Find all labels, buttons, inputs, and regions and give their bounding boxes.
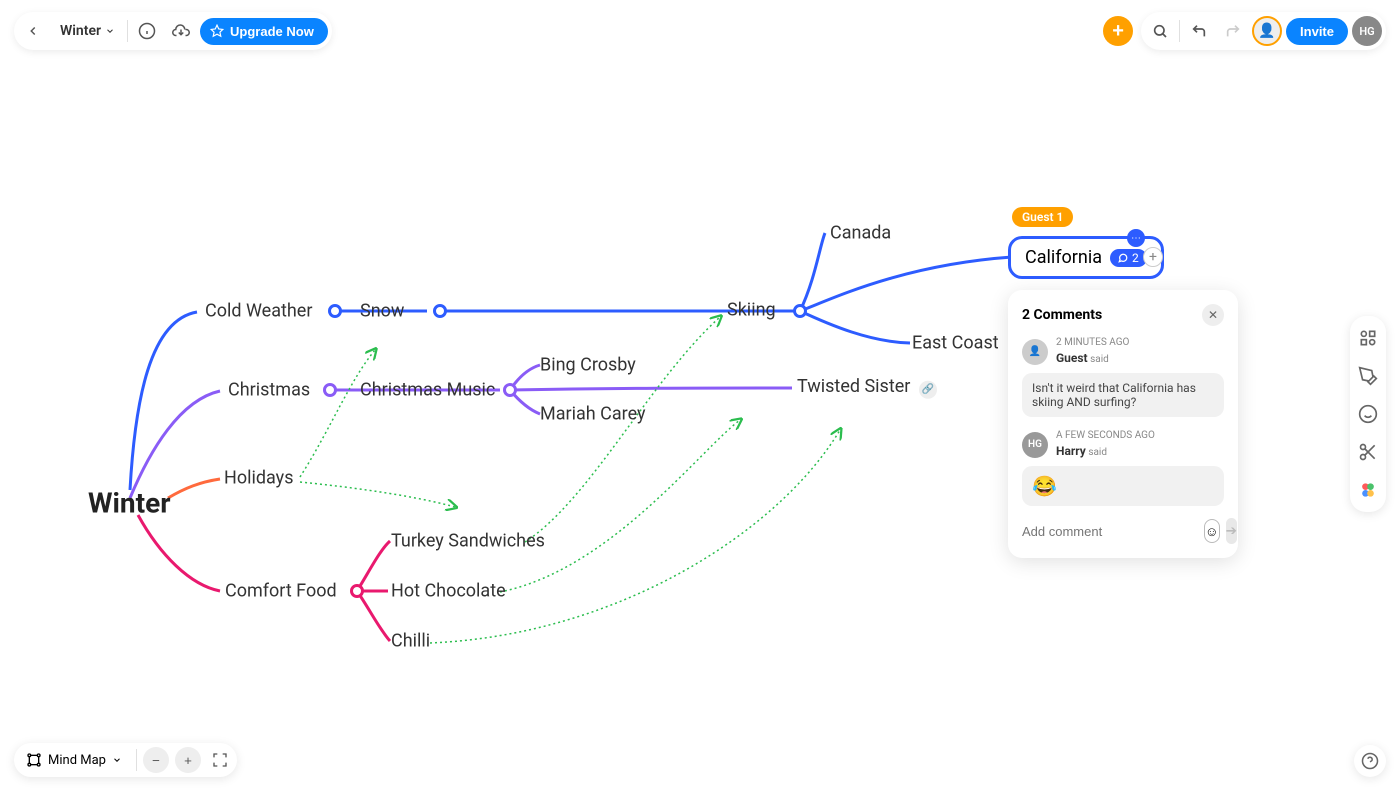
help-button[interactable] bbox=[1354, 745, 1386, 777]
emoji-tool[interactable] bbox=[1354, 400, 1382, 428]
comment-body: 😂 bbox=[1022, 466, 1224, 506]
brush-tool[interactable] bbox=[1354, 362, 1382, 390]
node-mariah-carey[interactable]: Mariah Carey bbox=[540, 404, 646, 425]
california-label: California bbox=[1025, 247, 1102, 268]
comment-author: Guest bbox=[1056, 351, 1088, 365]
comment-time: 2 MINUTES AGO bbox=[1056, 336, 1129, 350]
mindmap-canvas[interactable]: Winter Cold Weather Snow Skiing Canada E… bbox=[0, 0, 1400, 791]
divider bbox=[1179, 20, 1180, 42]
link-icon[interactable]: 🔗 bbox=[919, 380, 937, 398]
node-snow[interactable]: Snow bbox=[360, 301, 404, 322]
node-cold-weather[interactable]: Cold Weather bbox=[205, 301, 312, 322]
user-badge[interactable]: HG bbox=[1352, 16, 1382, 46]
node-holidays[interactable]: Holidays bbox=[224, 468, 293, 489]
comment-said: said bbox=[1090, 354, 1109, 365]
zoom-in-button[interactable]: + bbox=[175, 747, 201, 773]
comment-input-field[interactable] bbox=[1022, 524, 1198, 539]
file-name-label: Winter bbox=[60, 23, 101, 39]
node-add-child-button[interactable]: + bbox=[1143, 247, 1163, 267]
zoom-out-button[interactable]: − bbox=[143, 747, 169, 773]
comments-title: 2 Comments bbox=[1022, 307, 1102, 323]
send-comment-button[interactable]: ➔ bbox=[1226, 518, 1237, 544]
upgrade-label: Upgrade Now bbox=[230, 24, 314, 39]
node-hot-chocolate[interactable]: Hot Chocolate bbox=[391, 581, 506, 602]
connector-snow[interactable] bbox=[433, 304, 447, 318]
comment-author: Harry bbox=[1056, 444, 1086, 458]
file-name-dropdown[interactable]: Winter bbox=[52, 23, 123, 39]
node-skiing[interactable]: Skiing bbox=[727, 300, 776, 321]
comment-item: 👤 2 MINUTES AGO Guest said Isn't it weir… bbox=[1022, 336, 1224, 417]
connector-christmas-music[interactable] bbox=[503, 383, 517, 397]
node-bing-crosby[interactable]: Bing Crosby bbox=[540, 355, 636, 376]
close-comments-button[interactable]: ✕ bbox=[1202, 304, 1224, 326]
node-east-coast[interactable]: East Coast bbox=[912, 333, 999, 354]
right-pill: 👤 Invite HG bbox=[1141, 12, 1386, 50]
node-menu-button[interactable]: ⋯ bbox=[1127, 229, 1145, 247]
fit-view-button[interactable] bbox=[207, 747, 233, 773]
divider bbox=[136, 749, 137, 771]
file-pill: Winter Upgrade Now bbox=[14, 12, 332, 50]
view-mode-dropdown[interactable]: Mind Map bbox=[18, 752, 130, 768]
emoji-picker-button[interactable]: ☺ bbox=[1204, 519, 1220, 543]
bottom-toolbar: Mind Map − + bbox=[14, 743, 237, 777]
node-turkey-sandwiches[interactable]: Turkey Sandwiches bbox=[391, 531, 545, 552]
connector-cold-weather[interactable] bbox=[328, 304, 342, 318]
topbar: Winter Upgrade Now + 👤 Invite HG bbox=[14, 12, 1386, 50]
right-toolbar bbox=[1350, 316, 1386, 512]
back-button[interactable] bbox=[18, 16, 48, 46]
search-button[interactable] bbox=[1145, 16, 1175, 46]
node-comfort-food[interactable]: Comfort Food bbox=[225, 581, 337, 602]
info-button[interactable] bbox=[132, 16, 162, 46]
connector-skiing[interactable] bbox=[793, 304, 807, 318]
node-root[interactable]: Winter bbox=[88, 487, 170, 520]
comment-count-badge[interactable]: 2 bbox=[1110, 249, 1147, 267]
twisted-sister-label: Twisted Sister bbox=[797, 376, 910, 397]
color-tool[interactable] bbox=[1354, 476, 1382, 504]
comment-time: A FEW SECONDS AGO bbox=[1056, 429, 1155, 443]
node-christmas-music[interactable]: Christmas Music bbox=[360, 380, 495, 401]
invite-button[interactable]: Invite bbox=[1286, 18, 1348, 45]
comments-popover: 2 Comments ✕ 👤 2 MINUTES AGO Guest said … bbox=[1008, 290, 1238, 558]
node-canada[interactable]: Canada bbox=[830, 223, 891, 244]
cloud-download-button[interactable] bbox=[166, 16, 196, 46]
node-christmas[interactable]: Christmas bbox=[228, 380, 310, 401]
comment-count-number: 2 bbox=[1132, 251, 1139, 265]
shapes-tool[interactable] bbox=[1354, 324, 1382, 352]
redo-button[interactable] bbox=[1218, 16, 1248, 46]
divider bbox=[127, 20, 128, 42]
comment-avatar: HG bbox=[1022, 432, 1048, 458]
comment-said: said bbox=[1088, 447, 1107, 458]
comment-body: Isn't it weird that California has skiin… bbox=[1022, 373, 1224, 417]
node-chilli[interactable]: Chilli bbox=[391, 631, 430, 652]
guest-presence-tag: Guest 1 bbox=[1012, 207, 1073, 227]
comment-item: HG A FEW SECONDS AGO Harry said 😂 bbox=[1022, 429, 1224, 506]
connector-comfort-food[interactable] bbox=[350, 584, 364, 598]
connector-christmas[interactable] bbox=[323, 383, 337, 397]
upgrade-button[interactable]: Upgrade Now bbox=[200, 18, 328, 45]
presence-avatar[interactable]: 👤 bbox=[1252, 16, 1282, 46]
view-mode-label: Mind Map bbox=[48, 753, 106, 768]
comment-avatar: 👤 bbox=[1022, 339, 1048, 365]
undo-button[interactable] bbox=[1184, 16, 1214, 46]
node-twisted-sister[interactable]: Twisted Sister 🔗 bbox=[797, 376, 937, 399]
add-button[interactable]: + bbox=[1103, 16, 1133, 46]
cut-tool[interactable] bbox=[1354, 438, 1382, 466]
